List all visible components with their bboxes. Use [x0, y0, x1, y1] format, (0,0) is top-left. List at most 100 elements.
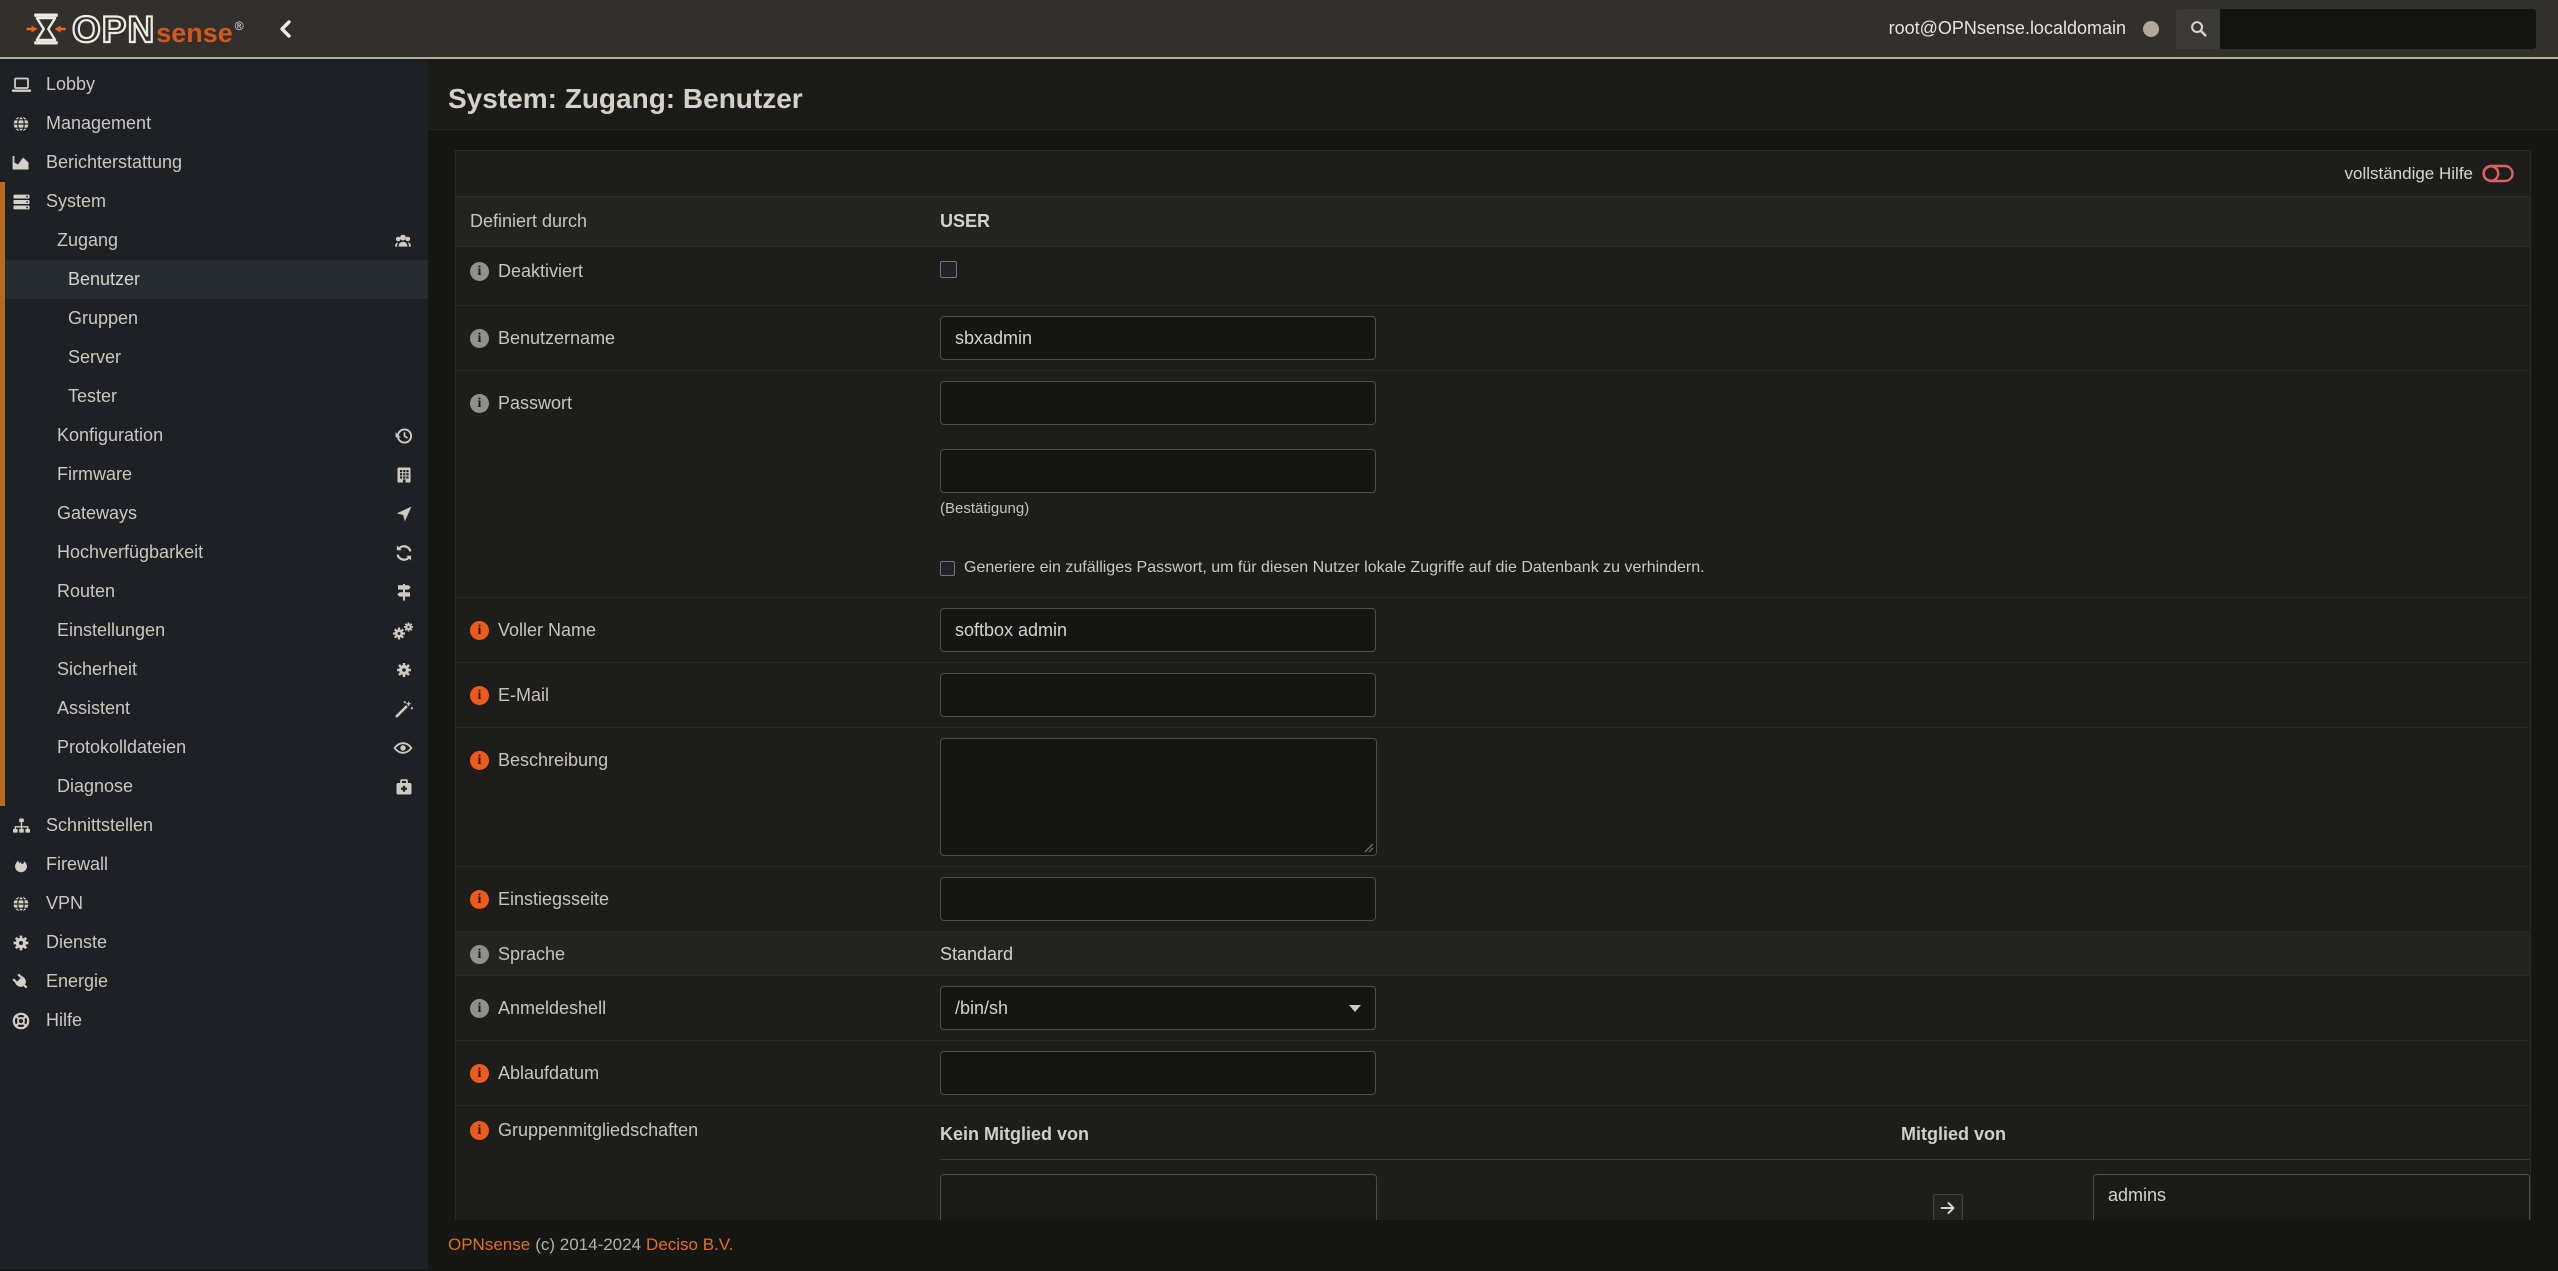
search-icon — [2176, 9, 2220, 49]
info-icon[interactable] — [470, 751, 489, 770]
sidebar-item-konfiguration[interactable]: Konfiguration — [0, 416, 428, 455]
opnsense-footer-link[interactable]: OPNsense — [448, 1235, 530, 1255]
sidebar-item-routen[interactable]: Routen — [0, 572, 428, 611]
landing-page-input[interactable] — [940, 877, 1376, 921]
panel-header: vollständige Hilfe — [456, 151, 2530, 197]
expires-input[interactable] — [940, 1051, 1376, 1095]
disabled-checkbox[interactable] — [940, 261, 957, 278]
sidebar-item-tester[interactable]: Tester — [0, 377, 428, 416]
caret-down-icon — [1349, 1005, 1361, 1012]
sidebar-item-assistent[interactable]: Assistent — [0, 689, 428, 728]
password-confirm-hint: (Bestätigung) — [940, 500, 2530, 517]
map-signs-icon — [394, 582, 414, 602]
info-icon[interactable] — [470, 262, 489, 281]
sidebar-item-label: Firewall — [46, 854, 108, 875]
member-listbox[interactable]: admins — [2093, 1174, 2530, 1220]
email-label: E-Mail — [498, 685, 549, 706]
sidebar-item-label: Assistent — [57, 698, 130, 719]
sidebar-item-diagnose[interactable]: Diagnose — [0, 767, 428, 806]
sitemap-icon — [10, 816, 32, 836]
brand-opn: OPN — [72, 11, 155, 48]
sidebar-item-label: Gruppen — [68, 308, 138, 329]
info-icon[interactable] — [470, 394, 489, 413]
info-icon[interactable] — [470, 1121, 489, 1140]
sidebar-item-label: Zugang — [57, 230, 118, 251]
shell-select[interactable]: /bin/sh — [940, 986, 1376, 1030]
sidebar-item-zugang[interactable]: Zugang — [0, 221, 428, 260]
password-confirm-input[interactable] — [940, 449, 1376, 493]
search-input[interactable] — [2220, 9, 2536, 49]
disabled-label: Deaktiviert — [498, 261, 583, 282]
generate-password-checkbox[interactable] — [940, 561, 955, 576]
landing-page-label: Einstiegsseite — [498, 889, 609, 910]
sidebar-item-label: Energie — [46, 971, 108, 992]
sidebar-item-protokolldateien[interactable]: Protokolldateien — [0, 728, 428, 767]
sidebar-item-management[interactable]: Management — [0, 104, 428, 143]
sidebar-item-dienste[interactable]: Dienste — [0, 923, 428, 962]
info-icon[interactable] — [470, 621, 489, 640]
group-list-headers: Kein Mitglied von Mitglied von — [940, 1120, 2530, 1159]
info-icon[interactable] — [470, 999, 489, 1018]
sidebar-item-lobby[interactable]: Lobby — [0, 65, 428, 104]
sidebar-item-sicherheit[interactable]: Sicherheit — [0, 650, 428, 689]
email-input[interactable] — [940, 673, 1376, 717]
not-member-listbox[interactable] — [940, 1174, 1377, 1220]
sidebar-item-energie[interactable]: Energie — [0, 962, 428, 1001]
sidebar-item-einstellungen[interactable]: Einstellungen — [0, 611, 428, 650]
global-search — [2176, 9, 2536, 49]
info-icon[interactable] — [470, 329, 489, 348]
sidebar-item-hochverfuegbarkeit[interactable]: Hochverfügbarkeit — [0, 533, 428, 572]
info-icon[interactable] — [470, 1064, 489, 1083]
globe-icon — [10, 114, 32, 134]
sidebar-item-gateways[interactable]: Gateways — [0, 494, 428, 533]
location-arrow-icon — [394, 504, 414, 524]
sidebar-item-label: System — [46, 191, 106, 212]
status-dot — [2143, 21, 2159, 37]
eye-icon — [392, 738, 414, 758]
sidebar-item-label: Firmware — [57, 464, 132, 485]
sidebar-item-hilfe[interactable]: Hilfe — [0, 1001, 428, 1040]
sidebar-item-label: VPN — [46, 893, 83, 914]
fire-icon — [10, 855, 32, 875]
full-help-toggle-icon[interactable] — [2482, 163, 2514, 184]
footer-copyright: (c) 2014-2024 — [535, 1235, 641, 1255]
sidebar-item-schnittstellen[interactable]: Schnittstellen — [0, 806, 428, 845]
sidebar-item-vpn[interactable]: VPN — [0, 884, 428, 923]
microchip-icon — [394, 465, 414, 485]
row-defined-by: Definiert durch USER — [456, 197, 2530, 247]
username-label: Benutzername — [498, 328, 615, 349]
comment-textarea[interactable] — [940, 738, 1377, 856]
sidebar-item-firewall[interactable]: Firewall — [0, 845, 428, 884]
sidebar-item-label: Server — [68, 347, 121, 368]
globe-icon — [10, 894, 32, 914]
life-ring-icon — [10, 1011, 32, 1031]
sidebar-item-gruppen[interactable]: Gruppen — [0, 299, 428, 338]
magic-wand-icon — [394, 699, 414, 719]
hourglass-logo-icon — [26, 10, 66, 48]
info-icon[interactable] — [470, 686, 489, 705]
sidebar-item-benutzer[interactable]: Benutzer — [0, 260, 428, 299]
fullname-input[interactable] — [940, 608, 1376, 652]
sidebar-item-label: Berichterstattung — [46, 152, 182, 173]
add-to-group-button[interactable] — [1933, 1194, 1963, 1220]
page-title: System: Zugang: Benutzer — [448, 83, 2558, 115]
sidebar-item-berichterstattung[interactable]: Berichterstattung — [0, 143, 428, 182]
sidebar-item-label: Protokolldateien — [57, 737, 186, 758]
sidebar-item-system[interactable]: System — [0, 182, 428, 221]
group-memberships-label: Gruppenmitgliedschaften — [498, 1120, 698, 1141]
group-option-admins[interactable]: admins — [2094, 1175, 2529, 1216]
logged-in-user: root@OPNsense.localdomain — [1889, 18, 2126, 39]
users-icon — [392, 231, 414, 251]
sidebar-collapse-button[interactable] — [278, 19, 293, 39]
username-input[interactable] — [940, 316, 1376, 360]
opnsense-logo[interactable]: OPN sense ® — [26, 10, 244, 48]
info-icon[interactable] — [470, 890, 489, 909]
info-icon[interactable] — [470, 945, 489, 964]
resize-grip-icon[interactable] — [1363, 842, 1374, 853]
password-input[interactable] — [940, 381, 1376, 425]
shell-selected-value: /bin/sh — [955, 998, 1008, 1019]
sidebar-item-server[interactable]: Server — [0, 338, 428, 377]
deciso-footer-link[interactable]: Deciso B.V. — [646, 1235, 733, 1255]
sidebar-item-firmware[interactable]: Firmware — [0, 455, 428, 494]
sidebar-item-label: Sicherheit — [57, 659, 137, 680]
